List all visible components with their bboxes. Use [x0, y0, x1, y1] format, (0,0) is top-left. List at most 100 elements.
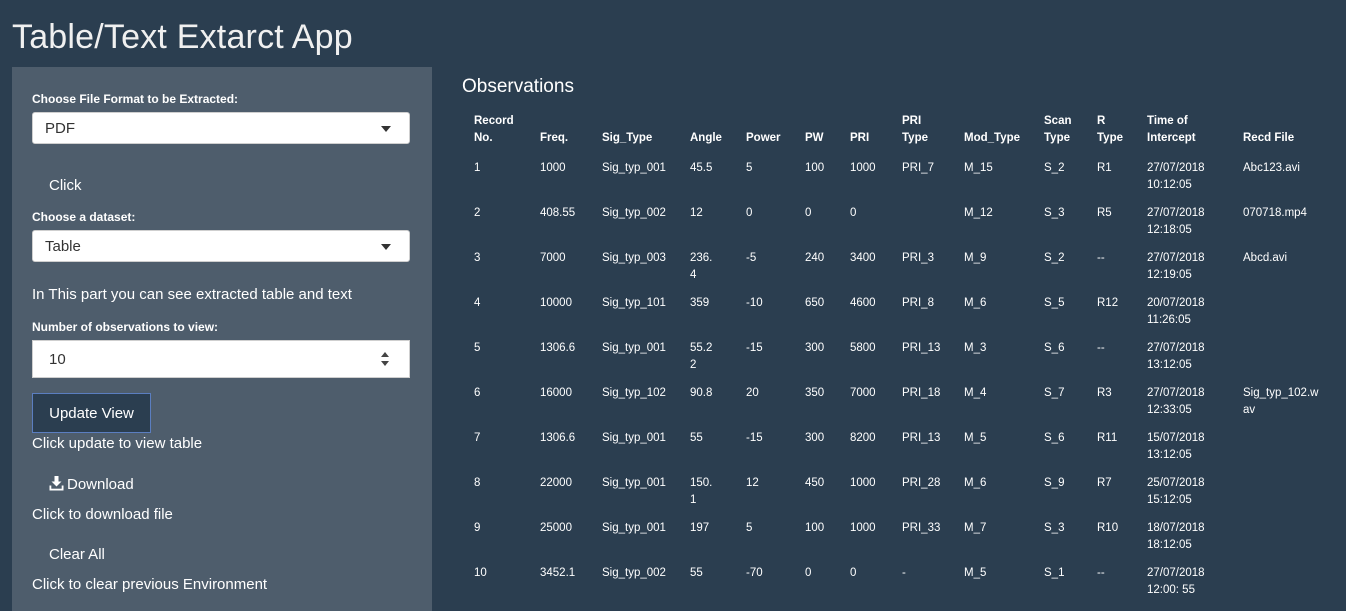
click-button[interactable]: Click	[49, 177, 82, 194]
table-cell: 359	[690, 297, 710, 309]
table-cell: PRI_33	[902, 522, 941, 534]
table-cell: M_6	[964, 477, 987, 489]
table-cell: R7	[1097, 477, 1112, 489]
table-cell: 7000	[540, 252, 566, 264]
table-cell: --	[1097, 567, 1105, 579]
column-header: PW	[805, 132, 824, 144]
table-cell: Abcd.avi	[1243, 252, 1288, 264]
table-cell: S_6	[1044, 432, 1065, 444]
clear-help-text: Click to clear previous Environment	[32, 576, 268, 593]
update-help-text: Click update to view table	[32, 435, 203, 452]
table-cell: S_3	[1044, 522, 1065, 534]
table-cell: S_2	[1044, 162, 1065, 174]
table-cell: 197	[690, 522, 710, 534]
column-header: Recd File	[1243, 132, 1295, 144]
format-label: Choose File Format to be Extracted:	[32, 92, 239, 106]
dataset-select[interactable]: Table	[32, 230, 410, 262]
table-cell: 12:00: 55	[1147, 584, 1195, 596]
table-cell: Sig_typ_001	[602, 162, 666, 174]
observations-title: Observations	[462, 76, 574, 97]
table-cell: Sig_typ_003	[602, 252, 666, 264]
table-cell: R1	[1097, 162, 1112, 174]
table-cell: PRI_13	[902, 432, 941, 444]
table-cell: 12:18:05	[1147, 224, 1192, 236]
chevron-down-icon	[381, 126, 391, 132]
table-cell: 11:26:05	[1147, 314, 1191, 326]
table-cell: Sig_typ_002	[602, 567, 666, 579]
table-cell: 1	[690, 494, 697, 506]
table-cell: PRI_28	[902, 477, 941, 489]
table-cell: -15	[746, 342, 763, 354]
table-cell: R11	[1097, 432, 1118, 444]
table-cell: -15	[746, 432, 763, 444]
table-cell: S_5	[1044, 297, 1065, 309]
download-button-label: Download	[67, 476, 134, 493]
table-cell: 90.8	[690, 387, 713, 399]
table-cell: M_3	[964, 342, 987, 354]
table-cell: Abc123.avi	[1243, 162, 1300, 174]
column-header: PRI	[902, 115, 922, 127]
table-cell: M_9	[964, 252, 987, 264]
table-cell: M_15	[964, 162, 993, 174]
column-header: Freq.	[540, 132, 569, 144]
table-cell: M_5	[964, 432, 987, 444]
table-cell: 1000	[850, 162, 876, 174]
table-cell: 16000	[540, 387, 572, 399]
table-cell: 1306.6	[540, 432, 576, 444]
format-select[interactable]: PDF	[32, 112, 410, 144]
table-cell: 1000	[540, 162, 566, 174]
table-cell: Sig_typ_101	[602, 297, 666, 309]
table-cell: R5	[1097, 207, 1112, 219]
table-cell: 240	[805, 252, 825, 264]
table-cell: 5	[746, 522, 753, 534]
table-cell: 650	[805, 297, 825, 309]
table-cell: M_7	[964, 522, 987, 534]
table-cell: 10000	[540, 297, 572, 309]
column-header: Type	[1097, 132, 1123, 144]
table-cell: 8	[474, 477, 481, 489]
table-cell: 12:19:05	[1147, 269, 1192, 281]
column-header: Type	[1044, 132, 1070, 144]
table-cell: M_12	[964, 207, 993, 219]
table-cell: Sig_typ_102	[602, 387, 666, 399]
update-view-button[interactable]: Update View	[32, 393, 151, 433]
table-cell: 55.2	[690, 342, 713, 354]
table-cell: 408.55	[540, 207, 576, 219]
table-cell: 25/07/2018	[1147, 477, 1205, 489]
column-header: Intercept	[1147, 132, 1196, 144]
table-cell: PRI_7	[902, 162, 934, 174]
table-cell: R3	[1097, 387, 1112, 399]
obs-number-input[interactable]: 10	[32, 340, 410, 378]
download-icon	[49, 476, 64, 495]
table-cell: 4	[474, 297, 481, 309]
column-header: No.	[474, 132, 493, 144]
table-cell: 12	[690, 207, 703, 219]
table-cell: 5	[746, 162, 753, 174]
table-cell: 0	[805, 567, 812, 579]
table-cell: Sig_typ_102.w	[1243, 387, 1319, 399]
download-button[interactable]: Download	[49, 476, 134, 495]
table-cell: 27/07/2018	[1147, 567, 1205, 579]
table-cell: Sig_typ_001	[602, 477, 666, 489]
table-cell: 1306.6	[540, 342, 576, 354]
clear-all-button[interactable]: Clear All	[49, 546, 105, 563]
spinner-icon[interactable]	[381, 352, 391, 368]
table-cell: S_3	[1044, 207, 1065, 219]
table-cell: PRI_8	[902, 297, 934, 309]
table-cell: 0	[850, 207, 857, 219]
table-cell: Sig_typ_001	[602, 522, 666, 534]
column-header: PRI	[850, 132, 870, 144]
table-cell: S_1	[1044, 567, 1065, 579]
table-cell: R12	[1097, 297, 1119, 309]
table-cell: 4	[690, 269, 697, 281]
sidebar-panel: Choose File Format to be Extracted: PDF …	[12, 67, 432, 611]
table-cell: 0	[746, 207, 753, 219]
table-cell: -	[902, 567, 906, 579]
table-cell: Sig_typ_001	[602, 432, 666, 444]
obs-number-value: 10	[49, 351, 66, 368]
table-cell: 9	[474, 522, 481, 534]
info-text: In This part you can see extracted table…	[32, 286, 352, 303]
table-cell: --	[1097, 342, 1105, 354]
obs-label: Number of observations to view:	[32, 320, 219, 334]
table-cell: 1000	[850, 477, 876, 489]
